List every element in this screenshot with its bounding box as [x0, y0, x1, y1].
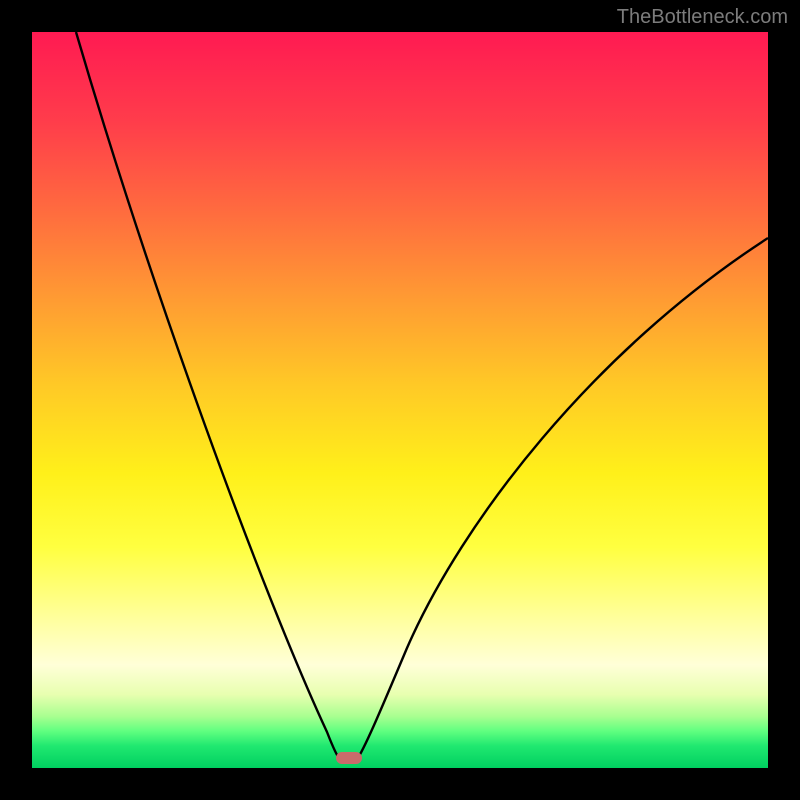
watermark: TheBottleneck.com: [617, 6, 788, 29]
curve-left: [76, 32, 341, 761]
optimum-marker: [336, 752, 362, 764]
chart-frame: TheBottleneck.com: [0, 0, 800, 800]
bottleneck-curve: [32, 32, 768, 768]
curve-right: [356, 238, 768, 761]
